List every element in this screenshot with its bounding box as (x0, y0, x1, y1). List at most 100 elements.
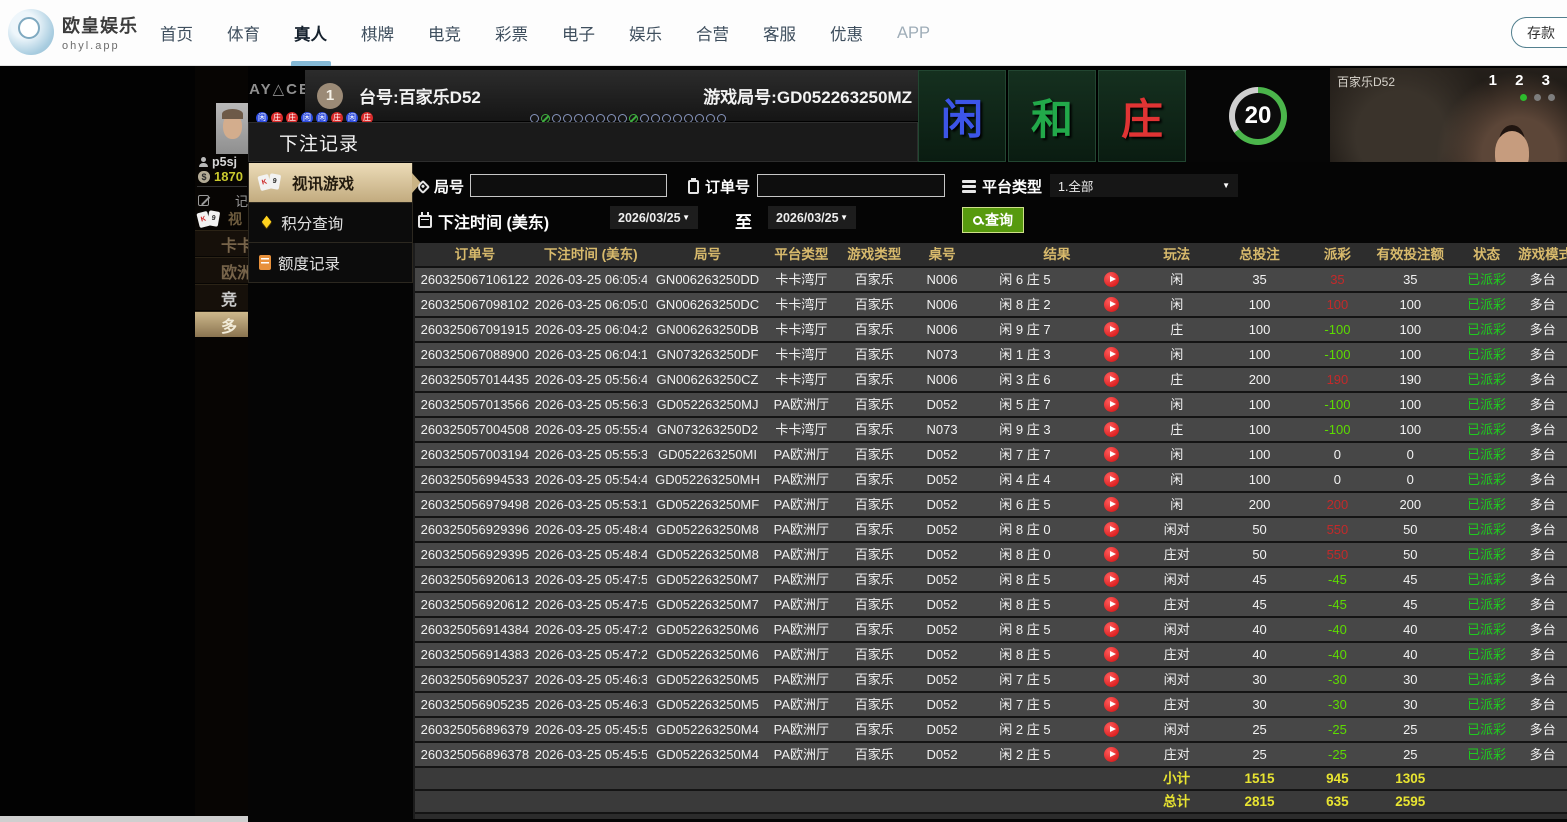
replay-button[interactable] (1104, 472, 1119, 487)
video-thumbnail[interactable]: 百家乐D52 1 2 3 (1330, 68, 1567, 165)
bet-zone-和[interactable]: 和 (1008, 70, 1096, 162)
cell-mode: 多台 (1518, 268, 1567, 291)
replay-button[interactable] (1104, 697, 1119, 712)
modal-header: 下注记录 (248, 122, 918, 162)
lobby-item-竞[interactable]: 竞 (195, 284, 248, 310)
cell-valid: 100 (1365, 293, 1455, 316)
search-button[interactable]: 查询 (962, 207, 1024, 233)
table-row: 2603250570144352026-03-25 05:56:44GN0062… (415, 368, 1567, 393)
cell-valid: 45 (1365, 593, 1455, 616)
cell-valid: 100 (1365, 343, 1455, 366)
cell-mode: 多台 (1518, 343, 1567, 366)
cell-result: 闲 7 庄 5 (970, 693, 1080, 716)
server-icon (962, 180, 976, 183)
cell-bet_type: 庄对 (1144, 543, 1210, 566)
cell-bet_type: 闲 (1144, 343, 1210, 366)
nav-item-合营[interactable]: 合营 (696, 0, 729, 66)
note-label: 记 (235, 191, 248, 210)
replay-button[interactable] (1104, 447, 1119, 462)
deposit-button[interactable]: 存款 (1511, 17, 1567, 48)
replay-button[interactable] (1104, 722, 1119, 737)
replay-button[interactable] (1104, 572, 1119, 587)
replay-button[interactable] (1104, 297, 1119, 312)
video-game-row[interactable]: K9 视 (198, 209, 242, 229)
bet-zone-庄[interactable]: 庄 (1098, 70, 1186, 162)
tab-额度记录[interactable]: 额度记录 (248, 243, 413, 283)
cell-bet_type: 闲 (1144, 493, 1210, 516)
replay-cell (1080, 268, 1144, 291)
replay-button[interactable] (1104, 497, 1119, 512)
replay-button[interactable] (1104, 322, 1119, 337)
replay-button[interactable] (1104, 347, 1119, 362)
video-channel-pager[interactable]: 1 2 3 (1489, 72, 1557, 89)
bet-zone-闲[interactable]: 闲 (918, 70, 1006, 162)
edit-icon[interactable] (198, 195, 209, 206)
lobby-item-卡卡[interactable]: 卡卡 (195, 230, 248, 256)
nav-item-APP[interactable]: APP (897, 0, 930, 66)
cell-bet_type: 闲 (1144, 268, 1210, 291)
nav-item-客服[interactable]: 客服 (763, 0, 796, 66)
sum-valid: 1305 (1365, 768, 1455, 789)
cell-payout: -25 (1309, 718, 1365, 741)
spacer (1518, 768, 1567, 789)
cell-total: 35 (1210, 268, 1310, 291)
nav-item-娱乐[interactable]: 娱乐 (629, 0, 662, 66)
date-from-select[interactable]: 2026/03/25 ▼ (610, 206, 698, 229)
order-input[interactable] (757, 174, 945, 197)
cell-bet_type: 庄对 (1144, 593, 1210, 616)
nav-item-电竞[interactable]: 电竞 (428, 0, 461, 66)
video-title: 百家乐D52 (1337, 73, 1395, 90)
round-input[interactable] (470, 174, 667, 197)
nav-item-体育[interactable]: 体育 (227, 0, 260, 66)
cell-result: 闲 9 庄 3 (970, 418, 1080, 441)
nav-item-首页[interactable]: 首页 (160, 0, 193, 66)
cell-result: 闲 2 庄 5 (970, 743, 1080, 766)
cell-round: GN006263250DC (647, 293, 769, 316)
replay-button[interactable] (1104, 422, 1119, 437)
nav-item-真人[interactable]: 真人 (294, 0, 327, 66)
replay-button[interactable] (1104, 372, 1119, 387)
brand-domain: ohyl.app (62, 40, 138, 52)
column-header: 派彩 (1309, 243, 1365, 266)
table-row: 2603250569052372026-03-25 05:46:34GD0522… (415, 668, 1567, 693)
cell-total: 40 (1210, 643, 1310, 666)
cell-platform: PA欧洲厅 (768, 543, 834, 566)
replay-button[interactable] (1104, 672, 1119, 687)
tag-icon (416, 179, 430, 193)
cell-total: 45 (1210, 593, 1310, 616)
tab-视讯游戏[interactable]: K9视讯游戏 (248, 163, 413, 203)
replay-button[interactable] (1104, 522, 1119, 537)
cell-time: 2026-03-25 05:45:51 (535, 743, 647, 766)
nav-item-电子[interactable]: 电子 (562, 0, 595, 66)
cell-payout: -100 (1309, 393, 1365, 416)
cell-round: GD052263250M4 (647, 743, 769, 766)
replay-button[interactable] (1104, 397, 1119, 412)
replay-button[interactable] (1104, 747, 1119, 762)
tab-积分查询[interactable]: ♦积分查询 (248, 203, 413, 243)
cell-total: 30 (1210, 668, 1310, 691)
cell-payout: -25 (1309, 743, 1365, 766)
lobby-item-多[interactable]: 多 (195, 311, 248, 337)
calendar-icon (418, 215, 432, 228)
replay-button[interactable] (1104, 647, 1119, 662)
cell-round: GD052263250M5 (647, 693, 769, 716)
nav-item-彩票[interactable]: 彩票 (495, 0, 528, 66)
top-navbar: 欧皇娱乐 ohyl.app 首页体育真人棋牌电竞彩票电子娱乐合营客服优惠APP … (0, 0, 1567, 66)
platform-select[interactable]: 1.全部 ▼ (1050, 174, 1238, 197)
lobby-item-欧洲[interactable]: 欧洲 (195, 257, 248, 283)
cell-platform: PA欧洲厅 (768, 493, 834, 516)
replay-button[interactable] (1104, 622, 1119, 637)
replay-button[interactable] (1104, 547, 1119, 562)
date-to-select[interactable]: 2026/03/25 ▼ (768, 206, 856, 229)
replay-button[interactable] (1104, 597, 1119, 612)
nav-item-优惠[interactable]: 优惠 (830, 0, 863, 66)
spacer (1455, 768, 1518, 789)
replay-cell (1080, 693, 1144, 716)
cell-status: 已派彩 (1455, 543, 1518, 566)
round-id-label: 游戏局号:GD052263250MZ (703, 83, 912, 108)
nav-item-棋牌[interactable]: 棋牌 (361, 0, 394, 66)
cell-mode: 多台 (1518, 743, 1567, 766)
cell-result: 闲 2 庄 5 (970, 718, 1080, 741)
cell-valid: 30 (1365, 693, 1455, 716)
replay-button[interactable] (1104, 272, 1119, 287)
